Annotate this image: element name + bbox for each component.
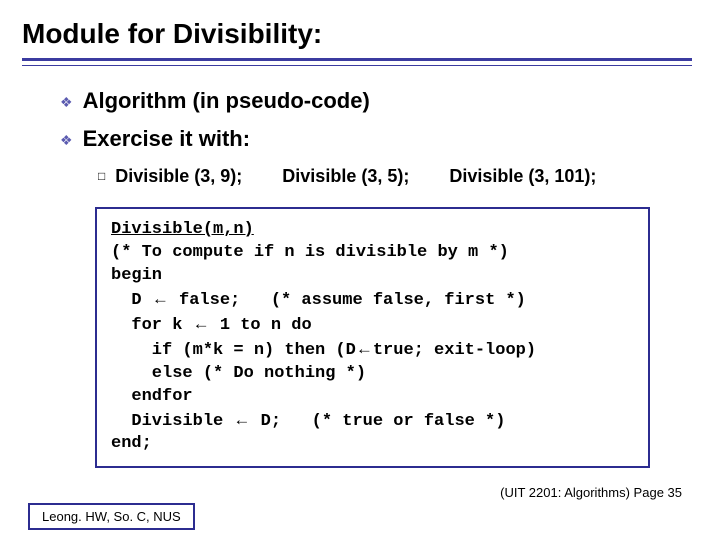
left-arrow-icon: ←: [233, 410, 250, 429]
code-box: Divisible(m,n) (* To compute if n is div…: [95, 207, 650, 468]
code-l9b: D; (* true or false *): [250, 412, 505, 431]
square-icon: □: [98, 169, 105, 183]
examples-text: Divisible (3, 9); Divisible (3, 5); Divi…: [115, 166, 596, 187]
diamond-icon: ❖: [60, 94, 73, 111]
footer-left-box: Leong. HW, So. C, NUS: [28, 503, 195, 530]
code-l6b: true; exit-loop): [373, 341, 536, 360]
footer-right: (UIT 2201: Algorithms) Page 35: [500, 485, 682, 500]
code-l4a: D: [111, 291, 152, 310]
content-area: ❖ Algorithm (in pseudo-code) ❖ Exercise …: [0, 66, 720, 187]
bullet-1-text: Algorithm (in pseudo-code): [83, 88, 370, 114]
code-l5b: 1 to n do: [210, 316, 312, 335]
bullet-2-text: Exercise it with:: [83, 126, 251, 152]
left-arrow-icon: ←: [193, 314, 210, 333]
title-underline: [22, 58, 692, 66]
code-l8: endfor: [111, 387, 193, 406]
bullet-2: ❖ Exercise it with:: [60, 126, 692, 152]
code-l10: end;: [111, 434, 152, 453]
code-l5a: for k: [111, 316, 193, 335]
left-arrow-icon: ←: [152, 289, 169, 308]
bullet-1: ❖ Algorithm (in pseudo-code): [60, 88, 692, 114]
code-l6a: if (m*k = n) then (D: [111, 341, 356, 360]
example-2: Divisible (3, 5);: [282, 166, 409, 187]
code-l1: Divisible(m,n): [111, 220, 254, 239]
code-l4b: false; (* assume false, first *): [169, 291, 526, 310]
example-1: Divisible (3, 9);: [115, 166, 242, 187]
examples-row: □ Divisible (3, 9); Divisible (3, 5); Di…: [98, 166, 692, 187]
code-l7: else (* Do nothing *): [111, 364, 366, 383]
left-arrow-icon: ←: [356, 339, 373, 358]
slide-title: Module for Divisibility:: [0, 0, 720, 58]
code-l3: begin: [111, 266, 162, 285]
code-l2: (* To compute if n is divisible by m *): [111, 243, 509, 262]
diamond-icon: ❖: [60, 132, 73, 149]
example-3: Divisible (3, 101);: [449, 166, 596, 187]
code-l9a: Divisible: [111, 412, 233, 431]
